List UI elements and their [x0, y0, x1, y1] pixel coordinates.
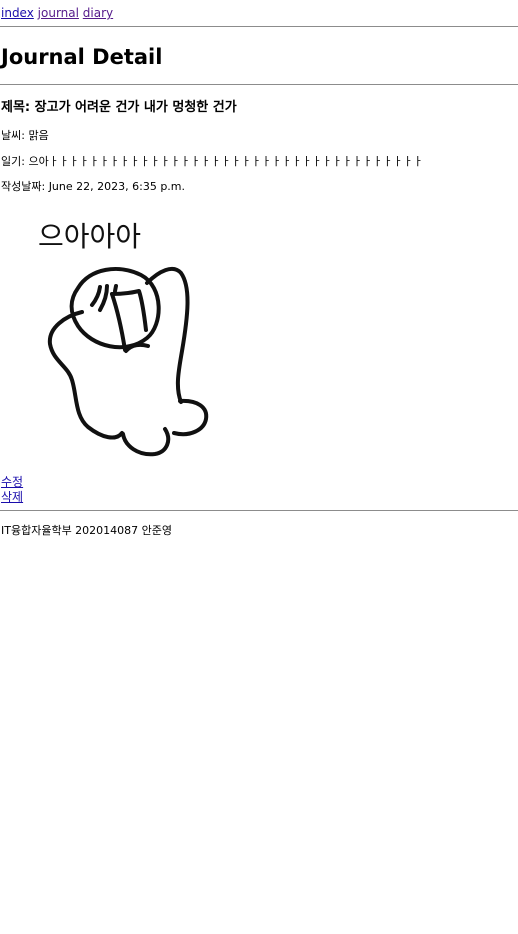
nav-link-journal[interactable]: journal — [38, 6, 79, 20]
diary-row: 일기: 으아ㅏㅏㅏㅏㅏㅏㅏㅏㅏㅏㅏㅏㅏㅏㅏㅏㅏㅏㅏㅏㅏㅏㅏㅏㅏㅏㅏㅏㅏㅏㅏㅏㅏㅏ… — [1, 155, 423, 169]
nav-link-index[interactable]: index — [1, 6, 34, 20]
date-value: June 22, 2023, 6:35 p.m. — [48, 180, 186, 193]
delete-link[interactable]: 삭제 — [1, 490, 23, 505]
character-drawing — [47, 267, 209, 457]
page-title: Journal Detail — [1, 45, 163, 69]
footer-text: IT융합자율학부 202014087 안준영 — [1, 524, 173, 537]
entry-title-label: 제목: — [1, 100, 31, 115]
entry-title: 제목: 장고가 어려운 건가 내가 멍청한 건가 — [1, 100, 237, 116]
top-navigation: index journal diary — [1, 5, 113, 21]
image-caption-text: 으아아아 — [38, 220, 141, 253]
diary-value: 으아ㅏㅏㅏㅏㅏㅏㅏㅏㅏㅏㅏㅏㅏㅏㅏㅏㅏㅏㅏㅏㅏㅏㅏㅏㅏㅏㅏㅏㅏㅏㅏㅏㅏㅏㅏㅏㅏ — [28, 155, 424, 168]
nav-link-diary[interactable]: diary — [83, 6, 113, 20]
top-divider — [0, 26, 518, 27]
footer-divider — [0, 510, 518, 511]
date-row: 작성날짜: June 22, 2023, 6:35 p.m. — [1, 180, 185, 194]
weather-value: 맑음 — [28, 129, 49, 142]
title-divider — [0, 84, 518, 85]
weather-row: 날씨: 맑음 — [1, 129, 49, 143]
edit-link[interactable]: 수정 — [1, 475, 23, 490]
date-label: 작성날짜: — [1, 180, 46, 193]
diary-label: 일기: — [1, 155, 25, 168]
entry-title-value: 장고가 어려운 건가 내가 멍청한 건가 — [34, 100, 237, 115]
weather-label: 날씨: — [1, 129, 25, 142]
screaming-character-image: 으아아아 — [38, 220, 209, 457]
